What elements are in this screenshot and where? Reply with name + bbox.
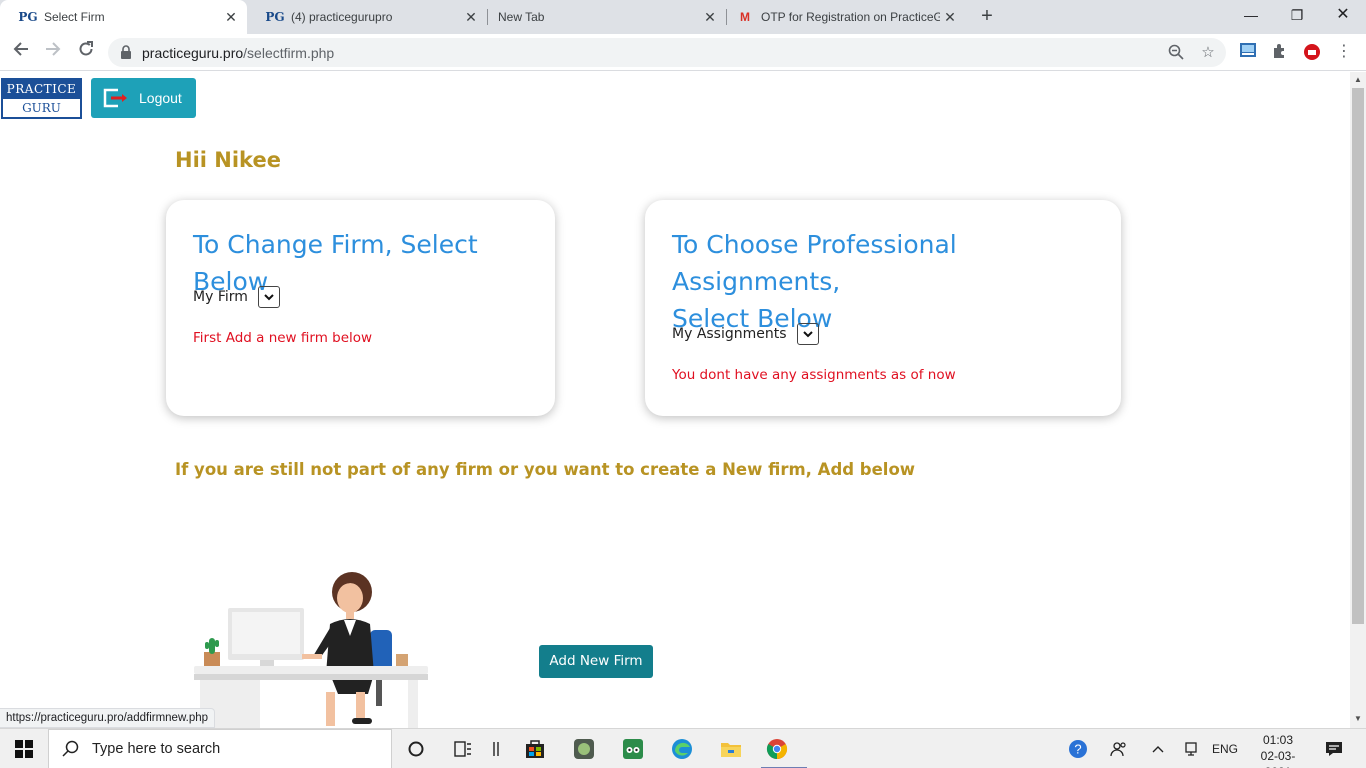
browser-toolbar: practiceguru.pro/selectfirm.php ☆ ⋮ bbox=[0, 34, 1366, 71]
tripadvisor-icon[interactable] bbox=[616, 733, 650, 765]
assignments-title: To Choose Professional Assignments, Sele… bbox=[672, 230, 957, 333]
close-tab-icon[interactable]: ✕ bbox=[223, 9, 239, 25]
assignments-empty-message: You dont have any assignments as of now bbox=[672, 367, 956, 383]
firm-dropdown[interactable] bbox=[257, 286, 280, 308]
change-firm-card: To Change Firm, Select Below My Firm Fir… bbox=[166, 200, 555, 416]
logo-bottom-text: GURU bbox=[22, 101, 61, 115]
browser-menu-icon[interactable]: ⋮ bbox=[1335, 43, 1353, 61]
forward-button[interactable] bbox=[40, 39, 66, 65]
edge-browser-icon[interactable] bbox=[665, 733, 699, 765]
windows-taskbar: Type here to search ? ENG 01:03 02-03-20… bbox=[0, 728, 1366, 768]
language-indicator[interactable]: ENG bbox=[1212, 729, 1238, 768]
logo-top-text: PRACTICE bbox=[3, 80, 80, 99]
firm-select-row: My Firm bbox=[193, 286, 280, 308]
restore-button[interactable]: ❐ bbox=[1274, 0, 1320, 30]
minimize-button[interactable]: — bbox=[1228, 0, 1274, 30]
add-new-firm-button[interactable]: Add New Firm bbox=[539, 645, 653, 678]
practiceguru-favicon-icon: PG bbox=[265, 10, 285, 24]
greeting-heading: Hii Nikee bbox=[175, 148, 281, 172]
reload-button[interactable] bbox=[73, 39, 99, 65]
tab-strip: PG Select Firm ✕ PG (4) practicegurupro … bbox=[0, 0, 1366, 34]
tab-gmail-otp[interactable]: M OTP for Registration on PracticeG ✕ bbox=[726, 0, 966, 34]
arrow-right-icon bbox=[46, 42, 61, 56]
close-tab-icon[interactable]: ✕ bbox=[702, 9, 718, 25]
add-firm-heading: If you are still not part of any firm or… bbox=[175, 460, 916, 479]
tab-select-firm[interactable]: PG Select Firm ✕ bbox=[0, 0, 247, 34]
microsoft-store-icon[interactable] bbox=[518, 733, 552, 765]
clock-date: 02-03-2021 bbox=[1260, 749, 1296, 768]
start-button[interactable] bbox=[0, 729, 48, 768]
taskbar-clock[interactable]: 01:03 02-03-2021 bbox=[1248, 732, 1308, 768]
taskbar-app-icon[interactable] bbox=[479, 733, 513, 765]
practice-guru-logo[interactable]: PRACTICE GURU bbox=[1, 78, 82, 119]
url-text: practiceguru.pro/selectfirm.php bbox=[142, 45, 335, 61]
tab-title: New Tab bbox=[498, 10, 545, 24]
my-assignments-label: My Assignments bbox=[672, 326, 787, 342]
tab-new-tab[interactable]: New Tab ✕ bbox=[479, 0, 726, 34]
notifications-icon[interactable] bbox=[1325, 729, 1343, 768]
scrollbar-thumb[interactable] bbox=[1352, 88, 1364, 624]
file-explorer-icon[interactable] bbox=[714, 733, 748, 765]
tab-title: OTP for Registration on PracticeG bbox=[761, 10, 940, 24]
back-button[interactable] bbox=[8, 39, 34, 65]
address-bar[interactable]: practiceguru.pro/selectfirm.php ☆ bbox=[108, 38, 1226, 67]
scroll-down-icon[interactable]: ▼ bbox=[1354, 714, 1362, 723]
page-content: PRACTICE GURU Logout Hii Nikee To Change… bbox=[0, 72, 1350, 728]
extensions-puzzle-icon[interactable] bbox=[1271, 43, 1289, 61]
extension-screenshot-icon[interactable] bbox=[1239, 43, 1257, 61]
scroll-up-icon[interactable]: ▲ bbox=[1354, 75, 1362, 84]
logout-button[interactable]: Logout bbox=[91, 78, 196, 118]
cortana-icon[interactable] bbox=[399, 733, 433, 765]
link-status-bubble: https://practiceguru.pro/addfirmnew.php bbox=[0, 708, 216, 728]
people-icon[interactable] bbox=[1110, 729, 1128, 768]
my-firm-label: My Firm bbox=[193, 289, 248, 305]
search-icon bbox=[62, 740, 79, 757]
assignments-card: To Choose Professional Assignments, Sele… bbox=[645, 200, 1121, 416]
chrome-browser-icon[interactable] bbox=[760, 733, 807, 768]
network-icon[interactable] bbox=[1183, 729, 1199, 768]
taskbar-search-box[interactable]: Type here to search bbox=[48, 729, 392, 768]
practiceguru-favicon-icon: PG bbox=[18, 10, 38, 24]
page-scrollbar[interactable]: ▲ ▼ bbox=[1350, 72, 1366, 728]
help-icon[interactable]: ? bbox=[1068, 729, 1088, 768]
arrow-left-icon bbox=[13, 42, 28, 56]
show-hidden-icons-chevron-up-icon[interactable] bbox=[1152, 729, 1164, 768]
evernote-icon[interactable] bbox=[567, 733, 601, 765]
assignments-dropdown[interactable] bbox=[796, 323, 819, 345]
close-window-button[interactable]: ✕ bbox=[1320, 0, 1366, 30]
assignments-select-row: My Assignments bbox=[672, 323, 819, 345]
new-tab-button[interactable]: + bbox=[976, 5, 998, 27]
woman-at-desk-illustration bbox=[194, 572, 428, 728]
gmail-icon: M bbox=[740, 10, 750, 24]
lock-icon bbox=[121, 45, 131, 59]
zoom-icon[interactable] bbox=[1167, 44, 1185, 62]
close-tab-icon[interactable]: ✕ bbox=[463, 9, 479, 25]
firm-empty-message: First Add a new firm below bbox=[193, 330, 373, 346]
extension-red-icon[interactable] bbox=[1303, 43, 1321, 61]
close-tab-icon[interactable]: ✕ bbox=[942, 9, 958, 25]
search-placeholder: Type here to search bbox=[92, 741, 221, 757]
chevron-down-icon bbox=[802, 330, 813, 337]
svg-text:?: ? bbox=[1074, 742, 1081, 757]
task-view-icon[interactable] bbox=[446, 733, 480, 765]
chevron-down-icon bbox=[264, 293, 274, 300]
windows-logo-icon bbox=[15, 740, 33, 758]
clock-time: 01:03 bbox=[1262, 733, 1294, 747]
reload-icon bbox=[79, 41, 93, 56]
bookmark-star-icon[interactable]: ☆ bbox=[1199, 44, 1217, 62]
tab-title: (4) practicegurupro bbox=[291, 10, 393, 24]
logout-icon bbox=[103, 88, 127, 108]
logout-label: Logout bbox=[139, 90, 182, 106]
tab-title: Select Firm bbox=[44, 10, 105, 24]
tab-practicegurupro[interactable]: PG (4) practicegurupro ✕ bbox=[247, 0, 487, 34]
